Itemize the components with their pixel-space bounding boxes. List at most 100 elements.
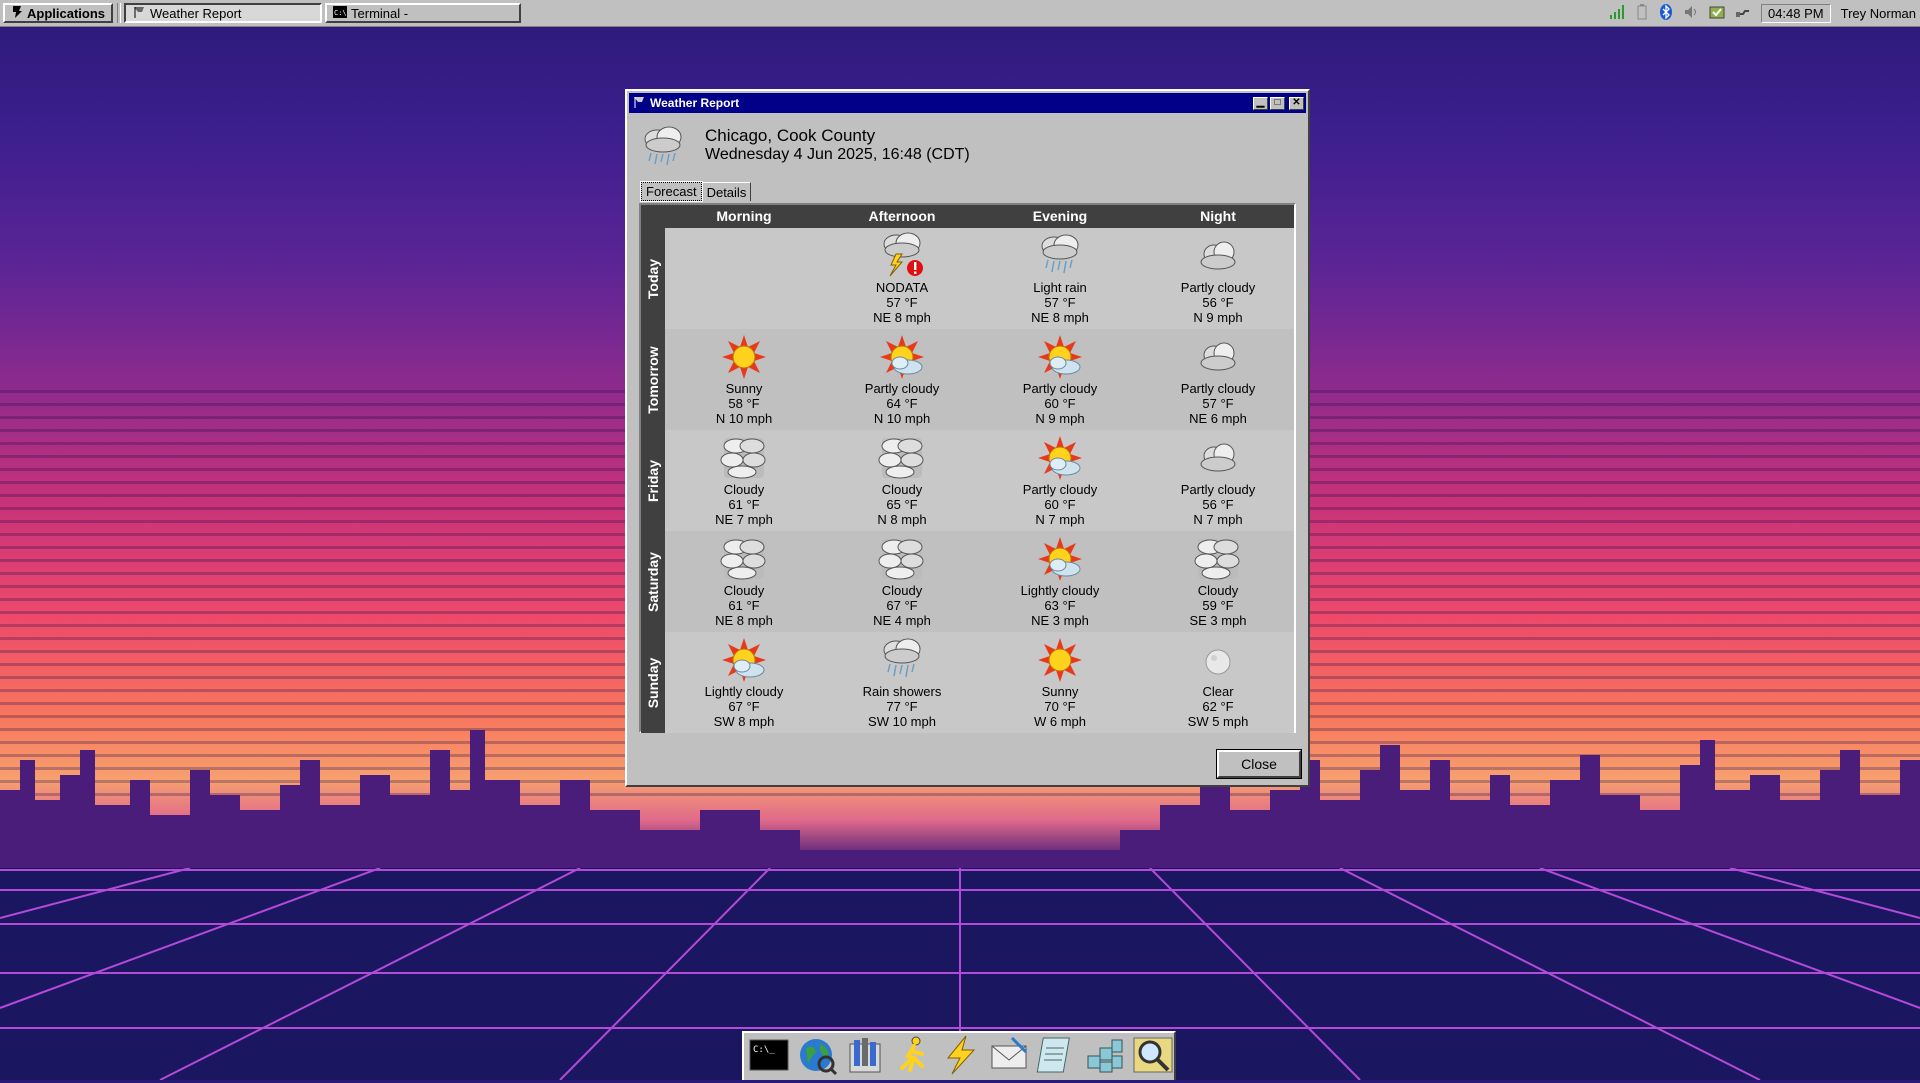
forecast-cell[interactable]: Lightly cloudy 63 °F NE 3 mph bbox=[981, 531, 1139, 632]
runner-launcher[interactable] bbox=[892, 1036, 934, 1078]
forecast-cell[interactable]: Cloudy 65 °F N 8 mph bbox=[823, 430, 981, 531]
tab-forecast[interactable]: Forecast bbox=[640, 181, 703, 202]
battery-icon[interactable] bbox=[1635, 3, 1649, 23]
forecast-row-friday: Cloudy 61 °F NE 7 mph Cloudy 65 °F N 8 mph Par… bbox=[665, 430, 1294, 531]
cloudy-icon bbox=[665, 434, 823, 482]
forecast-temp: 58 °F bbox=[728, 396, 760, 411]
moon-icon bbox=[1139, 636, 1297, 684]
notepad-launcher[interactable] bbox=[1036, 1036, 1078, 1078]
forecast-desc: Sunny bbox=[1041, 684, 1079, 699]
package-launcher[interactable] bbox=[1084, 1036, 1126, 1078]
forecast-cell[interactable]: Partly cloudy 64 °F N 10 mph bbox=[823, 329, 981, 430]
forecast-cell[interactable]: Partly cloudy 60 °F N 7 mph bbox=[981, 430, 1139, 531]
forecast-desc: Cloudy bbox=[723, 482, 765, 497]
forecast-cell[interactable]: Rain showers 77 °F SW 10 mph bbox=[823, 632, 981, 733]
forecast-temp: 67 °F bbox=[728, 699, 760, 714]
forecast-desc: Clear bbox=[1202, 684, 1234, 699]
search-launcher[interactable] bbox=[1132, 1036, 1174, 1078]
power-plug-icon[interactable] bbox=[1735, 4, 1751, 23]
forecast-wind: NE 6 mph bbox=[1189, 411, 1247, 426]
forecast-cell[interactable]: Light rain 57 °F NE 8 mph bbox=[981, 228, 1139, 329]
network-signal-icon[interactable] bbox=[1609, 4, 1625, 23]
window-app-icon bbox=[632, 95, 646, 112]
forecast-desc: Light rain bbox=[1033, 280, 1087, 295]
mail-launcher[interactable] bbox=[988, 1036, 1030, 1078]
forecast-wind: SE 3 mph bbox=[1189, 613, 1247, 628]
taskbar-window-weather-report[interactable]: Weather Report bbox=[124, 3, 323, 23]
file-manager-icon bbox=[844, 1034, 886, 1079]
forecast-temp: 57 °F bbox=[886, 295, 918, 310]
terminal-launcher[interactable]: C:\_ bbox=[748, 1036, 790, 1078]
forecast-temp: 61 °F bbox=[728, 497, 760, 512]
forecast-cell[interactable]: Sunny 70 °F W 6 mph bbox=[981, 632, 1139, 733]
forecast-cell[interactable]: Cloudy 61 °F NE 8 mph bbox=[665, 531, 823, 632]
forecast-cell[interactable]: Lightly cloudy 67 °F SW 8 mph bbox=[665, 632, 823, 733]
forecast-desc: Cloudy bbox=[881, 583, 923, 598]
row-header-label: Friday bbox=[645, 459, 661, 502]
forecast-cell[interactable] bbox=[665, 228, 823, 329]
forecast-cell[interactable]: Partly cloudy 56 °F N 7 mph bbox=[1139, 430, 1297, 531]
forecast-row-tomorrow: Sunny 58 °F N 10 mph Partly cloudy 64 °F N 10… bbox=[665, 329, 1294, 430]
cloudy-icon bbox=[823, 535, 981, 583]
forecast-temp: 60 °F bbox=[1044, 497, 1076, 512]
clock[interactable]: 04:48 PM bbox=[1760, 3, 1831, 23]
partly-cloudy-night-icon bbox=[1139, 232, 1297, 280]
forecast-desc: Partly cloudy bbox=[1180, 280, 1256, 295]
column-header-morning: Morning bbox=[716, 208, 772, 224]
window-title: Weather Report bbox=[650, 96, 740, 110]
volume-icon[interactable] bbox=[1683, 4, 1699, 23]
forecast-wind: N 9 mph bbox=[1035, 411, 1085, 426]
user-name[interactable]: Trey Norman bbox=[1841, 6, 1916, 21]
applications-menu-button[interactable]: Applications bbox=[3, 3, 114, 23]
forecast-cell[interactable]: Partly cloudy 57 °F NE 6 mph bbox=[1139, 329, 1297, 430]
forecast-temp: 70 °F bbox=[1044, 699, 1076, 714]
forecast-cell[interactable]: Cloudy 59 °F SE 3 mph bbox=[1139, 531, 1297, 632]
minimize-button[interactable]: ▁ bbox=[1253, 96, 1268, 110]
forecast-row-saturday: Cloudy 61 °F NE 8 mph Cloudy 67 °F NE 4 mph Li… bbox=[665, 531, 1294, 632]
row-header-saturday: Saturday bbox=[641, 531, 665, 632]
taskbar-window-terminal[interactable]: C:\ Terminal - bbox=[325, 3, 522, 23]
forecast-cell[interactable]: Partly cloudy 56 °F N 9 mph bbox=[1139, 228, 1297, 329]
window-titlebar[interactable]: Weather Report ▁ □ ✕ bbox=[629, 93, 1306, 113]
forecast-cell[interactable]: NODATA 57 °F NE 8 mph bbox=[823, 228, 981, 329]
bluetooth-icon[interactable] bbox=[1659, 3, 1673, 23]
sun-cloud-icon bbox=[981, 434, 1139, 482]
close-button[interactable]: Close bbox=[1216, 749, 1302, 779]
row-header-friday: Friday bbox=[641, 430, 665, 531]
cloudy-icon bbox=[665, 535, 823, 583]
location-name: Chicago, Cook County bbox=[705, 126, 876, 145]
cloudy-icon bbox=[823, 434, 981, 482]
forecast-temp: 65 °F bbox=[886, 497, 918, 512]
sun-cloud-icon bbox=[665, 636, 823, 684]
updates-icon[interactable] bbox=[1709, 4, 1725, 23]
partly-cloudy-night-icon bbox=[1139, 434, 1297, 482]
file-manager-launcher[interactable] bbox=[844, 1036, 886, 1078]
forecast-desc: Lightly cloudy bbox=[1020, 583, 1100, 598]
row-header-label: Tomorrow bbox=[645, 345, 661, 414]
forecast-temp: 59 °F bbox=[1202, 598, 1234, 613]
forecast-desc: Partly cloudy bbox=[1022, 381, 1098, 396]
tab-details[interactable]: Details bbox=[701, 182, 752, 201]
forecast-wind: N 10 mph bbox=[873, 411, 931, 426]
search-icon bbox=[1132, 1034, 1174, 1079]
forecast-cell[interactable]: Cloudy 61 °F NE 7 mph bbox=[665, 430, 823, 531]
lightning-launcher[interactable] bbox=[940, 1035, 982, 1078]
forecast-cell[interactable]: Cloudy 67 °F NE 4 mph bbox=[823, 531, 981, 632]
forecast-cell[interactable]: Sunny 58 °F N 10 mph bbox=[665, 329, 823, 430]
notepad-icon bbox=[1036, 1034, 1078, 1079]
row-header-label: Sunday bbox=[645, 657, 661, 708]
forecast-cell[interactable]: Partly cloudy 60 °F N 9 mph bbox=[981, 329, 1139, 430]
close-window-button[interactable]: ✕ bbox=[1289, 96, 1304, 110]
browser-launcher[interactable] bbox=[796, 1036, 838, 1078]
storm-alert-icon bbox=[823, 232, 981, 280]
forecast-wind: SW 8 mph bbox=[713, 714, 775, 729]
forecast-temp: 64 °F bbox=[886, 396, 918, 411]
runner-icon bbox=[892, 1034, 934, 1079]
tab-bar: Forecast Details bbox=[640, 181, 752, 202]
forecast-cell[interactable]: Clear 62 °F SW 5 mph bbox=[1139, 632, 1297, 733]
maximize-button[interactable]: □ bbox=[1270, 96, 1285, 110]
mail-icon bbox=[988, 1034, 1030, 1079]
forecast-temp: 61 °F bbox=[728, 598, 760, 613]
row-header-label: Saturday bbox=[645, 551, 661, 612]
partly-cloudy-night-icon bbox=[1139, 333, 1297, 381]
